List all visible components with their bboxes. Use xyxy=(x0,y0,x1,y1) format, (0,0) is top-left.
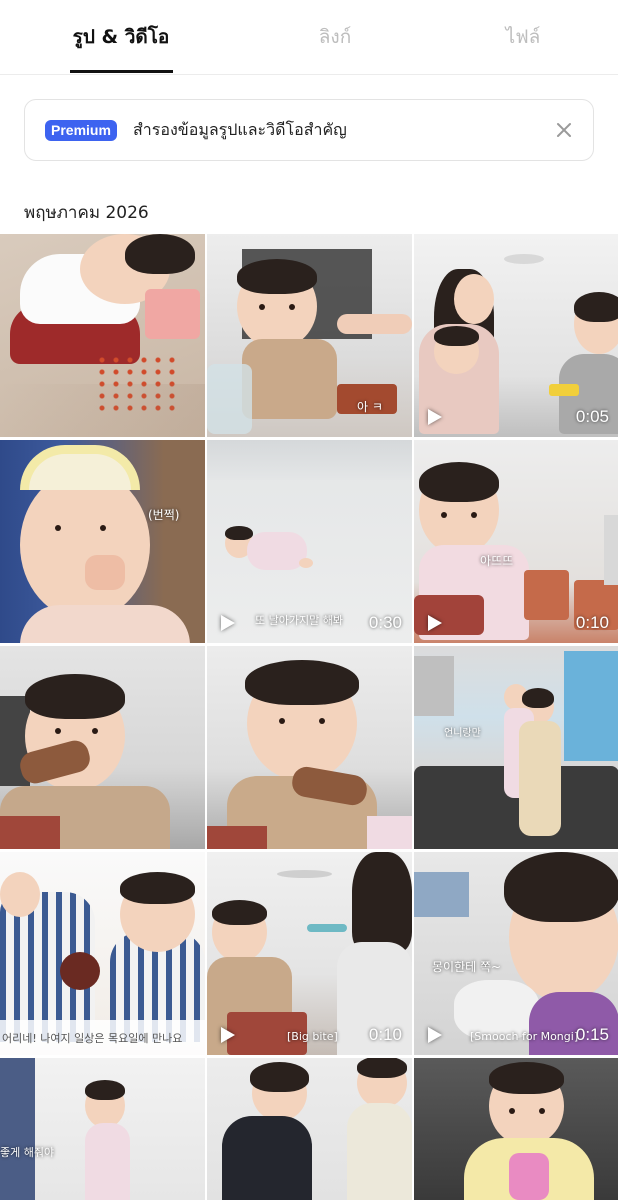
premium-banner-text: สำรองข้อมูลรูปและวิดีโอสำคัญ xyxy=(133,120,347,139)
media-tile[interactable] xyxy=(0,234,205,437)
video-duration: 0:05 xyxy=(575,407,609,426)
media-tile[interactable] xyxy=(207,1058,412,1200)
media-tile[interactable]: 아 ㅋ xyxy=(207,234,412,437)
tile-caption: 좋게 해줘야 xyxy=(0,1146,55,1159)
play-icon xyxy=(428,409,442,425)
play-icon xyxy=(221,1027,235,1043)
month-header: พฤษภาคม 2026 xyxy=(24,203,149,223)
media-tile[interactable] xyxy=(207,646,412,849)
media-tile[interactable]: 0:05 xyxy=(414,234,618,437)
premium-badge: Premium xyxy=(45,120,117,141)
media-tile[interactable] xyxy=(0,646,205,849)
tile-caption: 언니랑만 xyxy=(444,728,481,739)
tile-caption: 또 날아가지말 해봐 xyxy=(255,614,343,627)
video-duration: 0:10 xyxy=(575,613,609,632)
media-tile[interactable]: (번쩍) xyxy=(0,440,205,643)
tab-files[interactable]: ไฟล์ xyxy=(420,22,618,54)
video-duration: 0:15 xyxy=(575,1025,609,1044)
active-tab-indicator xyxy=(70,70,173,73)
media-tile[interactable]: 몽이한테 쪽~ [Smooch for Mongi] 0:15 xyxy=(414,852,618,1055)
media-tile[interactable]: 좋게 해줘야 xyxy=(0,1058,205,1200)
play-icon xyxy=(428,615,442,631)
media-tile[interactable]: 언니랑만 xyxy=(414,646,618,849)
tab-photos-videos[interactable]: รูป & วิดีโอ xyxy=(18,22,224,54)
media-tile[interactable]: [Big bite] 0:10 xyxy=(207,852,412,1055)
tile-caption: [Big bite] xyxy=(287,1030,338,1043)
tile-caption: 어리네! 나여지 일상은 목요일에 만나요 xyxy=(2,1032,183,1045)
video-duration: 0:10 xyxy=(368,1025,402,1044)
play-icon xyxy=(428,1027,442,1043)
close-icon[interactable] xyxy=(553,119,575,141)
tab-links[interactable]: ลิงก์ xyxy=(232,22,438,54)
video-duration: 0:30 xyxy=(368,613,402,632)
play-icon xyxy=(221,615,235,631)
media-tile[interactable] xyxy=(414,1058,618,1200)
tile-caption: 아 ㅋ xyxy=(357,400,383,414)
media-tabs: รูป & วิดีโอ ลิงก์ ไฟล์ xyxy=(0,0,618,75)
premium-banner[interactable]: Premium สำรองข้อมูลรูปและวิดีโอสำคัญ xyxy=(24,99,594,161)
tile-caption: [Smooch for Mongi] xyxy=(470,1030,579,1043)
tile-caption: 몽이한테 쪽~ xyxy=(432,960,502,974)
media-tile[interactable]: 어리네! 나여지 일상은 목요일에 만나요 xyxy=(0,852,205,1055)
media-tile[interactable]: 또 날아가지말 해봐 0:30 xyxy=(207,440,412,643)
tile-caption: (번쩍) xyxy=(148,508,180,522)
tile-caption: 아뜨뜨 xyxy=(480,554,514,568)
media-tile[interactable]: 아뜨뜨 0:10 xyxy=(414,440,618,643)
